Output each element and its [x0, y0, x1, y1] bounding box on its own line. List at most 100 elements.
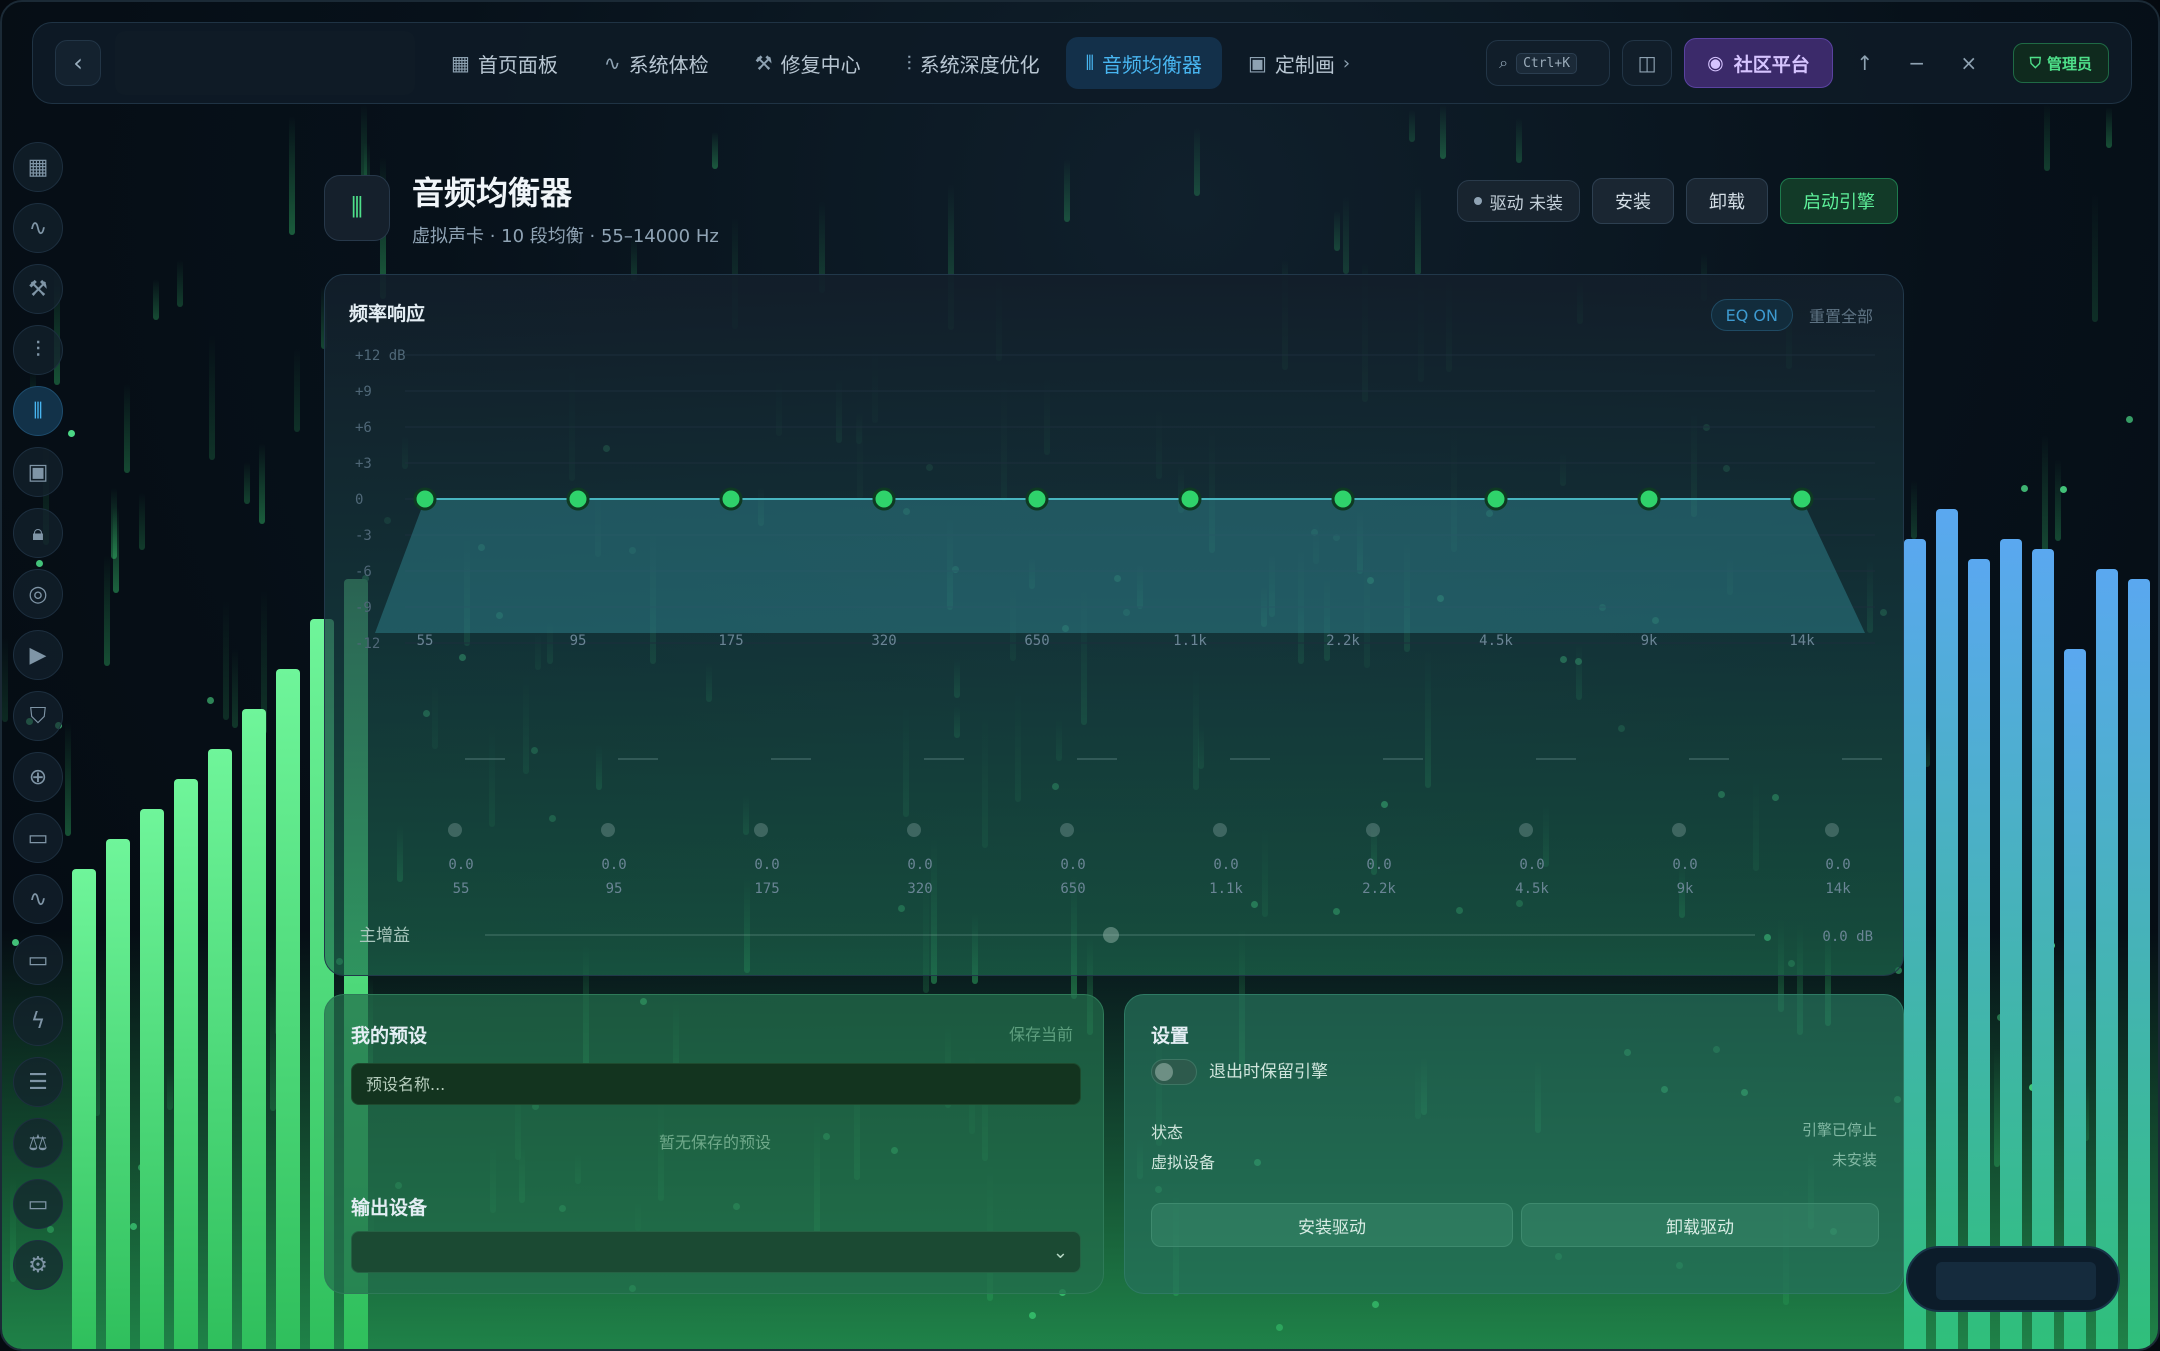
band-slider-value[interactable]: 0.0 — [754, 857, 779, 873]
band-slider-frequency[interactable]: 14k — [1825, 881, 1851, 897]
app-logo — [115, 31, 415, 95]
band-slider-value[interactable]: 0.0 — [448, 857, 473, 873]
band-slider-handle[interactable] — [1366, 823, 1380, 837]
band-handle[interactable] — [1637, 487, 1661, 511]
minimize-button[interactable]: − — [1897, 43, 1937, 83]
band-slider-handle[interactable] — [1672, 823, 1686, 837]
band-slider-value[interactable]: 0.0 — [1060, 857, 1085, 873]
waveform-icon: ⫴ — [324, 175, 390, 241]
output-device-select[interactable]: ⌄ — [351, 1231, 1081, 1273]
sidebar-item-list[interactable]: ☰ — [13, 1057, 63, 1107]
sidebar-item-waveform[interactable]: ⫴ — [13, 386, 63, 436]
chevron-right-icon: › — [1342, 52, 1351, 74]
sidebar-item-target[interactable]: ◎ — [13, 569, 63, 619]
upload-button[interactable]: ↑ — [1845, 43, 1885, 83]
image-icon: ▣ — [27, 459, 49, 485]
sidebar-item-sliders[interactable]: ⫶ — [13, 325, 63, 375]
sliders-icon: ⫶ — [35, 337, 41, 363]
install-button[interactable]: 安装 — [1592, 178, 1674, 224]
sidebar-item-grid[interactable]: ▦ — [13, 142, 63, 192]
pulse-icon: ∿ — [603, 51, 621, 75]
band-handle[interactable] — [1331, 487, 1355, 511]
community-button[interactable]: ◉ 社区平台 — [1684, 38, 1833, 88]
band-slider-frequency[interactable]: 650 — [1060, 881, 1085, 897]
sidebar-item-wrench[interactable]: ⚒ — [13, 264, 63, 314]
band-slider-value[interactable]: 0.0 — [1213, 857, 1238, 873]
search-icon: ⌕ — [1499, 53, 1509, 72]
back-button[interactable]: ‹ — [55, 40, 101, 86]
band-handle[interactable] — [1178, 487, 1202, 511]
preset-name-input[interactable] — [351, 1063, 1081, 1105]
sidebar-item-display[interactable]: ▭ — [13, 935, 63, 985]
band-slider-value[interactable]: 0.0 — [1366, 857, 1391, 873]
nav-item-optimize[interactable]: ⫶ 系统深度优化 — [887, 37, 1060, 89]
band-slider-handle[interactable] — [448, 823, 462, 837]
sidebar-item-image[interactable]: ▣ — [13, 447, 63, 497]
band-slider-frequency[interactable]: 55 — [453, 881, 470, 897]
nav-item-custom[interactable]: ▣ 定制画 › — [1228, 37, 1370, 89]
start-engine-button[interactable]: 启动引擎 — [1780, 178, 1898, 224]
band-handle[interactable] — [413, 487, 437, 511]
close-button[interactable]: × — [1949, 43, 1989, 83]
rain-streak — [104, 555, 110, 666]
sidebar-item-globe[interactable]: ⊕ — [13, 752, 63, 802]
rain-streak — [1409, 110, 1415, 142]
db-tick-label: +12 dB — [355, 348, 406, 364]
band-handle[interactable] — [1790, 487, 1814, 511]
band-slider-handle[interactable] — [601, 823, 615, 837]
nav-item-repair[interactable]: ⚒ 修复中心 — [735, 37, 881, 89]
band-handle[interactable] — [566, 487, 590, 511]
sidebar-item-monitor[interactable]: ▭ — [13, 813, 63, 863]
shield-icon: ⛉ — [29, 703, 47, 729]
nav-item-equalizer[interactable]: ⫴ 音频均衡器 — [1065, 37, 1223, 89]
sidebar-item-bolt[interactable]: ϟ — [13, 996, 63, 1046]
band-handle[interactable] — [719, 487, 743, 511]
master-gain-slider-handle[interactable] — [1103, 927, 1119, 943]
rain-dot — [68, 430, 75, 437]
band-slider-value[interactable]: 0.0 — [1672, 857, 1697, 873]
band-slider-value[interactable]: 0.0 — [601, 857, 626, 873]
band-slider-handle[interactable] — [1060, 823, 1074, 837]
layout-toggle-button[interactable]: ◫ — [1622, 40, 1673, 86]
uninstall-driver-button[interactable]: 卸载驱动 — [1521, 1203, 1879, 1247]
band-slider-value[interactable]: 0.0 — [1519, 857, 1544, 873]
device-row: 虚拟设备 未安装 — [1151, 1149, 1877, 1173]
empty-presets-note: 暂无保存的预设 — [658, 1133, 771, 1152]
sidebar-item-pulse[interactable]: ∿ — [13, 874, 63, 924]
sidebar-item-screen[interactable]: ▭ — [13, 1179, 63, 1229]
band-slider-handle[interactable] — [1519, 823, 1533, 837]
search-button[interactable]: ⌕ Ctrl+K — [1486, 40, 1611, 86]
chevron-down-icon: ⌄ — [1052, 1241, 1068, 1263]
uninstall-button[interactable]: 卸载 — [1686, 178, 1768, 224]
db-tick-label: -12 — [355, 636, 380, 652]
band-slider-handle[interactable] — [1825, 823, 1839, 837]
band-slider-handle[interactable] — [907, 823, 921, 837]
band-slider-frequency[interactable]: 175 — [754, 881, 779, 897]
band-slider-handle[interactable] — [1213, 823, 1227, 837]
sidebar-item-gear[interactable]: ⚙ — [13, 1240, 63, 1290]
sidebar-item-camera[interactable]: ▶ — [13, 630, 63, 680]
install-driver-button[interactable]: 安装驱动 — [1151, 1203, 1513, 1247]
band-handle[interactable] — [1484, 487, 1508, 511]
nav-item-checkup[interactable]: ∿ 系统体检 — [584, 37, 729, 89]
band-handle[interactable] — [872, 487, 896, 511]
sidebar-item-pulse[interactable]: ∿ — [13, 203, 63, 253]
sidebar-item-shield[interactable]: ⛉ — [13, 691, 63, 741]
sidebar-item-scale[interactable]: ⚖ — [13, 1118, 63, 1168]
band-slider-frequency[interactable]: 9k — [1677, 881, 1694, 897]
nav-item-dashboard[interactable]: ▦ 首页面板 — [431, 37, 578, 89]
band-slider-value[interactable]: 0.0 — [907, 857, 932, 873]
keep-engine-toggle[interactable] — [1151, 1059, 1197, 1085]
floating-widget[interactable] — [1906, 1246, 2120, 1312]
band-slider-frequency[interactable]: 2.2k — [1362, 881, 1396, 897]
band-slider-frequency[interactable]: 95 — [606, 881, 623, 897]
band-slider-handle[interactable] — [754, 823, 768, 837]
admin-badge[interactable]: ⛉ 管理员 — [2012, 43, 2109, 83]
band-slider-frequency[interactable]: 1.1k — [1209, 881, 1243, 897]
band-slider-value[interactable]: 0.0 — [1825, 857, 1850, 873]
band-slider-frequency[interactable]: 320 — [907, 881, 932, 897]
band-slider-frequency[interactable]: 4.5k — [1515, 881, 1549, 897]
save-current-button[interactable]: 保存当前 — [1009, 1021, 1073, 1045]
band-handle[interactable] — [1025, 487, 1049, 511]
sidebar-item-lock[interactable]: 🔒︎ — [13, 508, 63, 558]
